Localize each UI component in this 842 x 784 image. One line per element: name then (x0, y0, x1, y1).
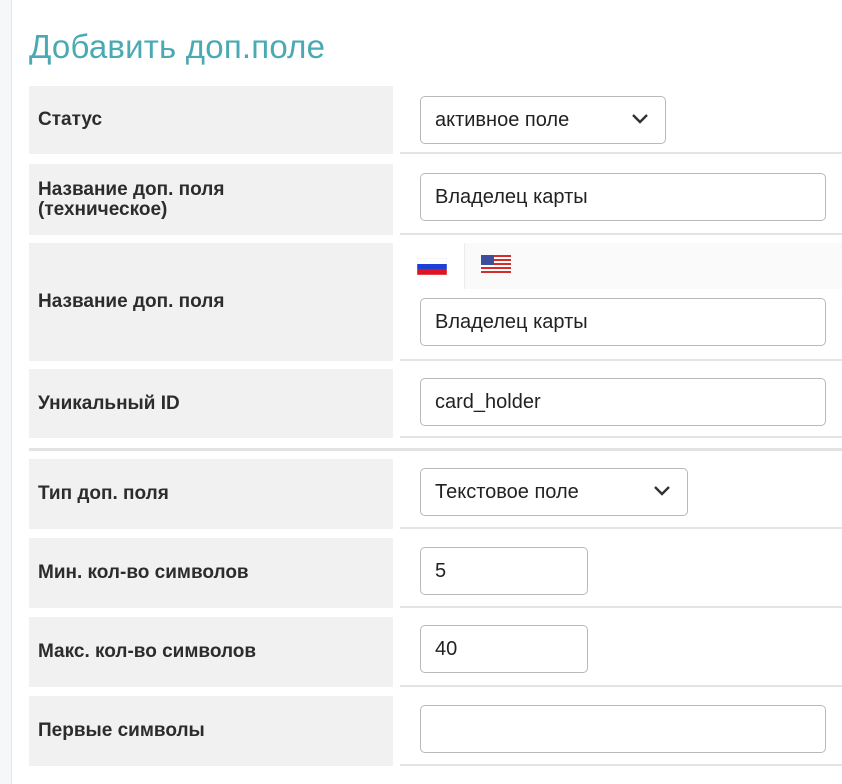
row-status: Статус активное поле (29, 86, 842, 154)
field-type-select[interactable]: Текстовое поле (420, 468, 688, 516)
chevron-down-icon (632, 114, 648, 124)
min-chars-value: 5 (435, 559, 447, 582)
status-select-value: активное поле (435, 108, 570, 131)
max-chars-input[interactable]: 40 (420, 625, 588, 673)
first-chars-label: Первые символы (29, 696, 393, 766)
row-field-name: Название доп. поля Владелец карты (29, 243, 842, 361)
unique-id-label: Уникальный ID (29, 369, 393, 438)
row-first-chars: Первые символы (29, 696, 842, 766)
row-max-chars: Макс. кол-во символов 40 (29, 617, 842, 687)
unique-id-value: card_holder (435, 390, 541, 413)
field-name-label: Название доп. поля (29, 243, 393, 361)
row-unique-id: Уникальный ID card_holder (29, 369, 842, 438)
row-field-type: Тип доп. поля Текстовое поле (29, 459, 842, 529)
field-type-label: Тип доп. поля (29, 459, 393, 529)
page-title: Добавить доп.поле (29, 28, 326, 65)
unique-id-input[interactable]: card_holder (420, 378, 826, 426)
tab-language-ru[interactable] (400, 243, 465, 289)
field-type-value: Текстовое поле (435, 480, 579, 503)
tech-name-input[interactable]: Владелец карты (420, 173, 826, 221)
tech-name-value: Владелец карты (435, 185, 588, 208)
chevron-down-icon (654, 486, 670, 496)
add-field-panel: Добавить доп.поле Статус активное поле Н… (11, 0, 842, 784)
max-chars-label: Макс. кол-во символов (29, 617, 393, 687)
status-label: Статус (29, 86, 393, 154)
min-chars-label: Мин. кол-во символов (29, 538, 393, 608)
status-select[interactable]: активное поле (420, 96, 666, 144)
us-flag-icon (481, 255, 511, 275)
section-divider (29, 448, 842, 451)
first-chars-input[interactable] (420, 705, 826, 753)
row-tech-name: Название доп. поля (техническое) Владеле… (29, 164, 842, 235)
row-min-chars: Мин. кол-во символов 5 (29, 538, 842, 608)
ru-flag-icon (417, 258, 447, 275)
tech-name-label: Название доп. поля (техническое) (29, 164, 393, 235)
tab-language-en[interactable] (464, 243, 528, 289)
field-name-value: Владелец карты (435, 310, 588, 333)
field-name-input[interactable]: Владелец карты (420, 298, 826, 346)
min-chars-input[interactable]: 5 (420, 547, 588, 595)
max-chars-value: 40 (435, 637, 458, 660)
language-tabs (400, 243, 842, 289)
